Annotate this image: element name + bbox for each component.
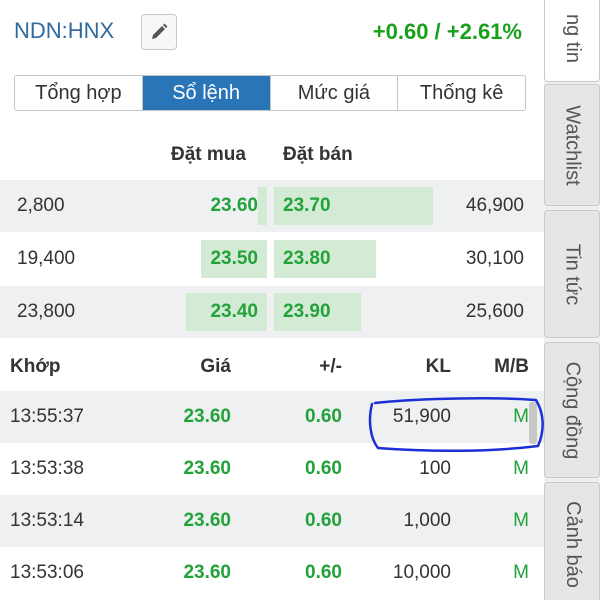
side-tab-label: Cộng đồng [561,361,584,459]
trade-volume: 1,000 [403,510,451,531]
stock-panel: NDN:HNX +0.60 / +2.61% Tổng hợp Sổ lệnh … [0,0,544,600]
tab-thong-ke[interactable]: Thống kê [398,76,525,110]
ask-price[interactable]: 23.70 [283,195,331,217]
trade-change: 0.60 [305,406,342,427]
ask-price[interactable]: 23.90 [283,301,331,323]
trade-row: 13:53:06 23.60 0.60 10,000 M [0,547,544,599]
trade-time: 13:53:14 [10,510,84,531]
stock-symbol: NDN:HNX [14,18,115,43]
trade-row: 13:53:14 23.60 0.60 1,000 M [0,495,544,547]
col-time-header: Khớp [10,356,61,377]
bid-price[interactable]: 23.50 [210,248,258,270]
trade-price: 23.60 [183,562,231,583]
ask-volume: 30,100 [465,248,524,269]
side-tab-label: Tin tức [561,243,584,305]
trade-row: 13:53:38 23.60 0.60 100 M [0,443,544,495]
side-tab-label: ng tin [561,13,584,63]
ask-volume: 25,600 [465,301,524,322]
tab-so-lenh[interactable]: Sổ lệnh [142,76,271,110]
trade-volume: 10,000 [392,562,451,583]
view-tabs: Tổng hợp Sổ lệnh Mức giá Thống kê [14,75,526,111]
trade-row: 13:55:37 23.60 0.60 51,900 M [0,391,544,443]
trade-price: 23.60 [183,458,231,479]
stock-header: NDN:HNX +0.60 / +2.61% [0,0,544,66]
orderbook-row: 2,800 23.60 23.70 46,900 [0,180,544,232]
side-tab-watchlist[interactable]: Watchlist [544,84,600,206]
trade-side: M [513,458,529,479]
col-change-header: +/- [319,356,342,377]
trade-time: 13:53:38 [10,458,84,479]
orderbook-row: 19,400 23.50 23.80 30,100 [0,233,544,285]
trade-price: 23.60 [183,510,231,531]
trade-change: 0.60 [305,458,342,479]
trade-change: 0.60 [305,510,342,531]
ask-header: Đặt bán [283,144,353,165]
tab-muc-gia[interactable]: Mức giá [270,76,399,110]
trade-price: 23.60 [183,406,231,427]
bid-volume: 2,800 [17,195,65,216]
trade-side: M [513,406,529,427]
price-change: +0.60 / +2.61% [372,19,522,44]
bid-header: Đặt mua [171,144,246,165]
edit-button[interactable] [141,14,177,50]
bid-volume: 19,400 [17,248,76,269]
trade-side: M [513,510,529,531]
ask-price[interactable]: 23.80 [283,248,331,270]
trade-volume: 51,900 [392,406,451,427]
pencil-icon [152,23,168,39]
col-price-header: Giá [200,356,231,377]
bid-price[interactable]: 23.40 [210,301,258,323]
trade-side: M [513,562,529,583]
side-tab-cong-dong[interactable]: Cộng đồng [544,342,600,478]
orderbook-row: 23,800 23.40 23.90 25,600 [0,286,544,338]
side-tab-bar: ng tin Watchlist Tin tức Cộng đồng Cảnh … [544,0,600,600]
trade-time: 13:53:06 [10,562,84,583]
side-tab-tin-tuc[interactable]: Tin tức [544,210,600,338]
ask-volume: 46,900 [465,195,524,216]
trades-header: Khớp Giá +/- KL M/B [0,344,544,388]
side-tab-canh-bao[interactable]: Cảnh báo [544,482,600,600]
trade-time: 13:55:37 [10,406,84,427]
col-volume-header: KL [425,356,451,377]
bid-volume: 23,800 [17,301,76,322]
bid-price[interactable]: 23.60 [210,195,258,217]
orderbook-header: Đặt mua Đặt bán [0,138,544,172]
bid-volume-bar [258,187,267,225]
trade-change: 0.60 [305,562,342,583]
col-side-header: M/B [494,356,529,377]
trade-volume: 100 [419,458,451,479]
tab-tong-hop[interactable]: Tổng hợp [15,76,143,110]
side-tab-label: Watchlist [561,104,584,186]
scrollbar-thumb[interactable] [529,402,537,444]
side-tab-thong-tin[interactable]: ng tin [544,0,600,82]
side-tab-label: Cảnh báo [561,500,584,588]
